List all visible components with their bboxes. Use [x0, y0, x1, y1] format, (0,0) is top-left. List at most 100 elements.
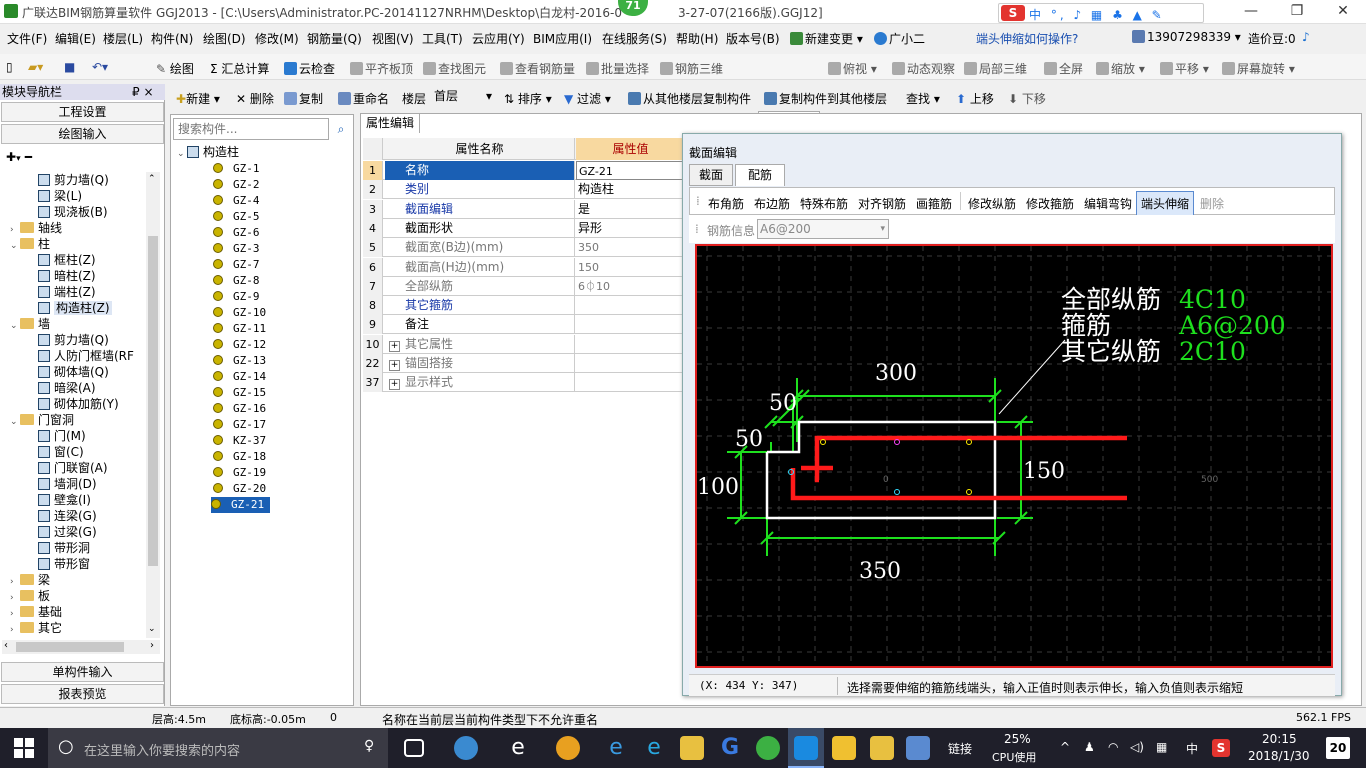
- scroll-down-icon[interactable]: ⌄: [148, 624, 156, 634]
- menu-edit[interactable]: 编辑(E): [55, 30, 96, 47]
- project-settings-button[interactable]: 工程设置: [1, 102, 164, 122]
- cloud-check-button[interactable]: 云检查: [284, 60, 335, 77]
- local-3d-button[interactable]: 局部三维: [964, 60, 1027, 77]
- draw-button[interactable]: ✎ 绘图: [156, 60, 194, 77]
- fullscreen-button[interactable]: 全屏: [1044, 60, 1083, 77]
- ime-tools[interactable]: 中 °, ♪ ▦ ♣ ▲ ✎: [1029, 6, 1165, 23]
- component-item[interactable]: GZ-6: [213, 225, 260, 241]
- component-item[interactable]: GZ-7: [213, 257, 260, 273]
- tray-chevron-icon[interactable]: ^: [1060, 740, 1070, 754]
- windows-start-icon[interactable]: [14, 738, 34, 758]
- menu-rebar[interactable]: 钢筋量(Q): [307, 30, 362, 47]
- property-value[interactable]: GZ-21: [576, 161, 683, 180]
- special-rebar-button[interactable]: 特殊布筋: [800, 195, 848, 212]
- ggj-active-task[interactable]: [788, 728, 824, 768]
- property-row[interactable]: 9 备注: [363, 315, 683, 335]
- expand-icon[interactable]: ›: [10, 622, 20, 638]
- expand-icon[interactable]: +: [389, 379, 400, 391]
- property-value[interactable]: [576, 373, 683, 392]
- notes-icon[interactable]: [832, 736, 856, 760]
- draw-stirrup-button[interactable]: 画箍筋: [916, 195, 952, 212]
- ime-indicator[interactable]: 中: [1186, 740, 1198, 757]
- tab-property-edit[interactable]: 属性编辑: [360, 113, 420, 133]
- section-drawing[interactable]: 全部纵筋 4C10 箍筋 A6@200 其它纵筋 2C10 300 350 15…: [697, 246, 1331, 666]
- nav-folder[interactable]: ⌄ 门窗洞: [10, 412, 74, 428]
- rebar-info-select[interactable]: A6@200 ▾: [757, 219, 889, 239]
- keyboard-icon[interactable]: ▦: [1156, 740, 1167, 754]
- property-row[interactable]: 8 其它箍筋: [363, 296, 683, 316]
- copy-button[interactable]: 复制: [284, 90, 323, 107]
- property-value[interactable]: 350: [576, 238, 683, 257]
- nav-item[interactable]: 砌体加筋(Y): [38, 396, 119, 412]
- end-stretch-button[interactable]: 端头伸缩: [1136, 191, 1195, 216]
- menu-tools[interactable]: 工具(T): [422, 30, 463, 47]
- zoom-button[interactable]: 缩放 ▾: [1096, 60, 1145, 77]
- nav-item[interactable]: 砌体墙(Q): [38, 364, 109, 380]
- link-toolbar[interactable]: 链接: [948, 740, 972, 757]
- top-view-button[interactable]: 俯视 ▾: [828, 60, 877, 77]
- section-canvas[interactable]: 全部纵筋 4C10 箍筋 A6@200 其它纵筋 2C10 300 350 15…: [695, 244, 1333, 668]
- nav-item[interactable]: 人防门框墙(RF: [38, 348, 134, 364]
- menu-modify[interactable]: 修改(M): [255, 30, 299, 47]
- find-button[interactable]: 查找 ▾: [906, 90, 940, 107]
- component-item[interactable]: GZ-15: [213, 385, 266, 401]
- move-down-button[interactable]: ⬇ 下移: [1008, 90, 1046, 107]
- property-row[interactable]: 6 截面高(H边)(mm) 150: [363, 257, 683, 277]
- batch-select-button[interactable]: 批量选择: [586, 60, 649, 77]
- sort-button[interactable]: ⇅ 排序 ▾: [504, 90, 552, 107]
- property-value[interactable]: 150: [576, 258, 683, 277]
- hscroll-thumb[interactable]: [16, 642, 124, 652]
- property-row[interactable]: 10 + 其它属性: [363, 334, 683, 354]
- edge-icon[interactable]: e: [604, 736, 628, 760]
- nav-item[interactable]: 暗柱(Z): [38, 268, 96, 284]
- open-folder-icon[interactable]: ▰▾: [28, 60, 43, 74]
- delete-rebar-button[interactable]: 删除: [1200, 195, 1224, 212]
- property-value[interactable]: [576, 315, 683, 334]
- 360-icon[interactable]: [756, 736, 780, 760]
- notification-center-badge[interactable]: 20: [1326, 737, 1350, 759]
- floor-select[interactable]: 首层 ▾: [428, 88, 494, 106]
- single-component-input-button[interactable]: 单构件输入: [1, 662, 164, 682]
- expand-icon[interactable]: +: [389, 360, 400, 371]
- new-component-button[interactable]: ✚新建 ▾: [176, 90, 220, 107]
- glodon-g-icon[interactable]: G: [718, 736, 742, 760]
- nav-item[interactable]: 端柱(Z): [38, 284, 96, 300]
- component-item[interactable]: GZ-3: [213, 241, 260, 257]
- clock-time[interactable]: 20:15: [1262, 732, 1297, 746]
- property-row[interactable]: 7 全部纵筋 6⏀10: [363, 276, 683, 296]
- volume-icon[interactable]: ◁): [1130, 740, 1144, 754]
- sogou-icon[interactable]: S: [1001, 5, 1025, 21]
- tab-section[interactable]: 截面: [689, 164, 733, 186]
- ie-icon[interactable]: e: [642, 736, 666, 760]
- property-row[interactable]: 1 名称 GZ-21: [363, 161, 683, 180]
- scroll-thumb[interactable]: [148, 236, 158, 566]
- nav-folder[interactable]: ⌄ 墙: [10, 316, 50, 332]
- rename-button[interactable]: 重命名: [338, 90, 389, 107]
- property-value[interactable]: 是: [576, 200, 683, 219]
- view-rebar-button[interactable]: 查看钢筋量: [500, 60, 575, 77]
- nav-item[interactable]: 构造柱(Z): [38, 300, 112, 316]
- menu-floor[interactable]: 楼层(L): [103, 30, 143, 47]
- property-value[interactable]: [576, 296, 683, 315]
- taskbar-search-box[interactable]: ○ 在这里输入你要搜索的内容 ♀: [48, 728, 388, 768]
- people-icon[interactable]: ♟: [1084, 740, 1095, 754]
- nav-item[interactable]: 框柱(Z): [38, 252, 96, 268]
- find-element-button[interactable]: 查找图元: [423, 60, 486, 77]
- menu-component[interactable]: 构件(N): [151, 30, 193, 47]
- drawing-input-button[interactable]: 绘图输入: [1, 124, 164, 144]
- nav-item[interactable]: 带形洞: [38, 540, 90, 556]
- fan-app-icon[interactable]: [454, 736, 478, 760]
- menu-new-change[interactable]: 新建变更 ▾: [790, 30, 863, 47]
- component-item[interactable]: GZ-10: [213, 305, 266, 321]
- nav-item[interactable]: 连梁(G): [38, 508, 97, 524]
- scroll-up-icon[interactable]: ⌃: [148, 174, 156, 184]
- delete-button[interactable]: ✕ 删除: [236, 90, 274, 107]
- component-item[interactable]: GZ-17: [213, 417, 266, 433]
- menu-online[interactable]: 在线服务(S): [602, 30, 667, 47]
- collapse-icon[interactable]: ⌄: [10, 238, 20, 254]
- pin-icon[interactable]: ₽ ×: [132, 84, 154, 100]
- edge-legacy-icon[interactable]: e: [506, 736, 530, 760]
- component-item[interactable]: GZ-21: [211, 497, 271, 513]
- component-item[interactable]: GZ-14: [213, 369, 266, 385]
- nav-folder[interactable]: › 轴线: [10, 220, 62, 236]
